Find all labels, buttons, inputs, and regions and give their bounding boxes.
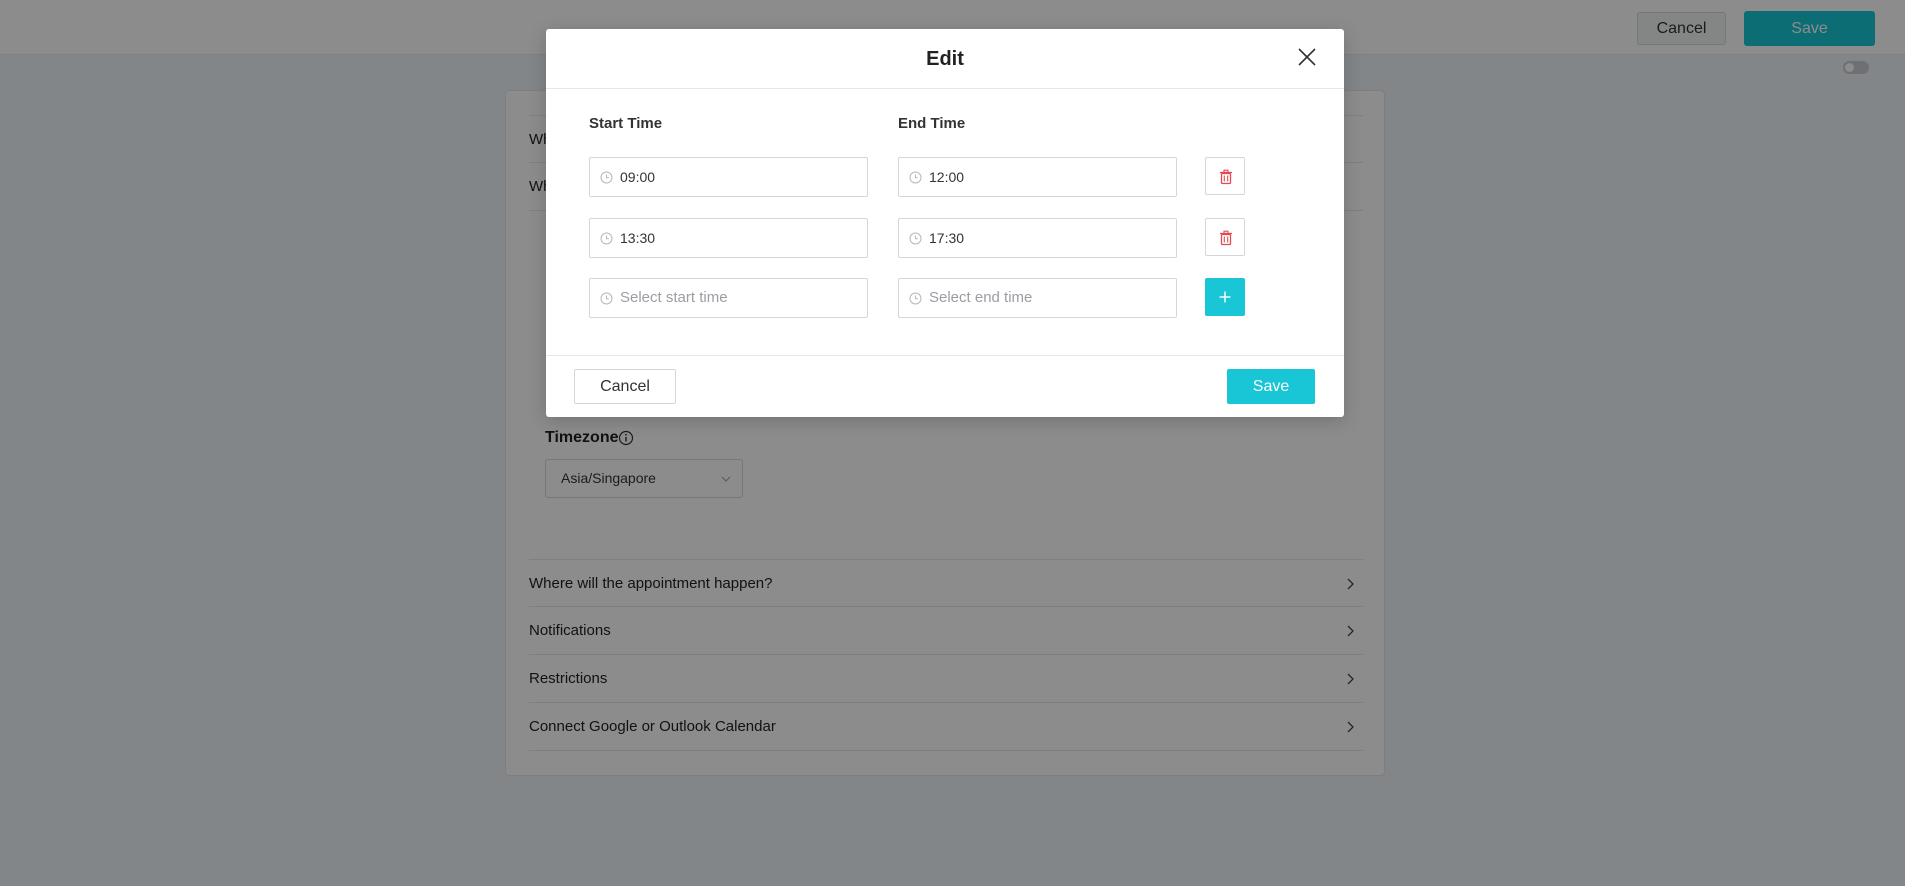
start-time-input[interactable]: 09:00: [589, 157, 868, 197]
modal-save-button[interactable]: Save: [1227, 369, 1315, 404]
start-time-column-label: Start Time: [589, 115, 663, 132]
clock-icon: [600, 232, 613, 245]
trash-icon: [1220, 230, 1232, 246]
clock-icon: [909, 232, 922, 245]
end-time-value: 17:30: [929, 230, 965, 246]
clock-icon: [600, 292, 613, 305]
end-time-input[interactable]: 12:00: [898, 157, 1177, 197]
clock-icon: [600, 171, 613, 184]
start-time-input[interactable]: 13:30: [589, 218, 868, 258]
end-time-placeholder: Select end time: [929, 289, 1033, 306]
end-time-column-label: End Time: [898, 115, 966, 132]
add-range-button[interactable]: [1205, 278, 1245, 316]
end-time-input[interactable]: 17:30: [898, 218, 1177, 258]
clock-icon: [909, 171, 922, 184]
modal-title: Edit: [926, 48, 964, 70]
delete-range-button[interactable]: [1205, 218, 1245, 256]
modal-header: Edit: [546, 29, 1344, 89]
delete-range-button[interactable]: [1205, 157, 1245, 195]
start-time-placeholder: Select start time: [620, 289, 728, 306]
plus-icon: [1219, 291, 1231, 303]
edit-modal: Edit Start Time End Time 09:00 12:00 13:…: [546, 29, 1344, 417]
end-time-value: 12:00: [929, 169, 965, 185]
trash-icon: [1220, 169, 1232, 185]
modal-cancel-button[interactable]: Cancel: [574, 369, 676, 404]
start-time-value: 13:30: [620, 230, 656, 246]
clock-icon: [909, 292, 922, 305]
modal-footer: Cancel Save: [546, 355, 1344, 417]
start-time-value: 09:00: [620, 169, 656, 185]
new-start-time-input[interactable]: Select start time: [589, 278, 868, 318]
close-icon[interactable]: [1296, 46, 1318, 68]
new-end-time-input[interactable]: Select end time: [898, 278, 1177, 318]
